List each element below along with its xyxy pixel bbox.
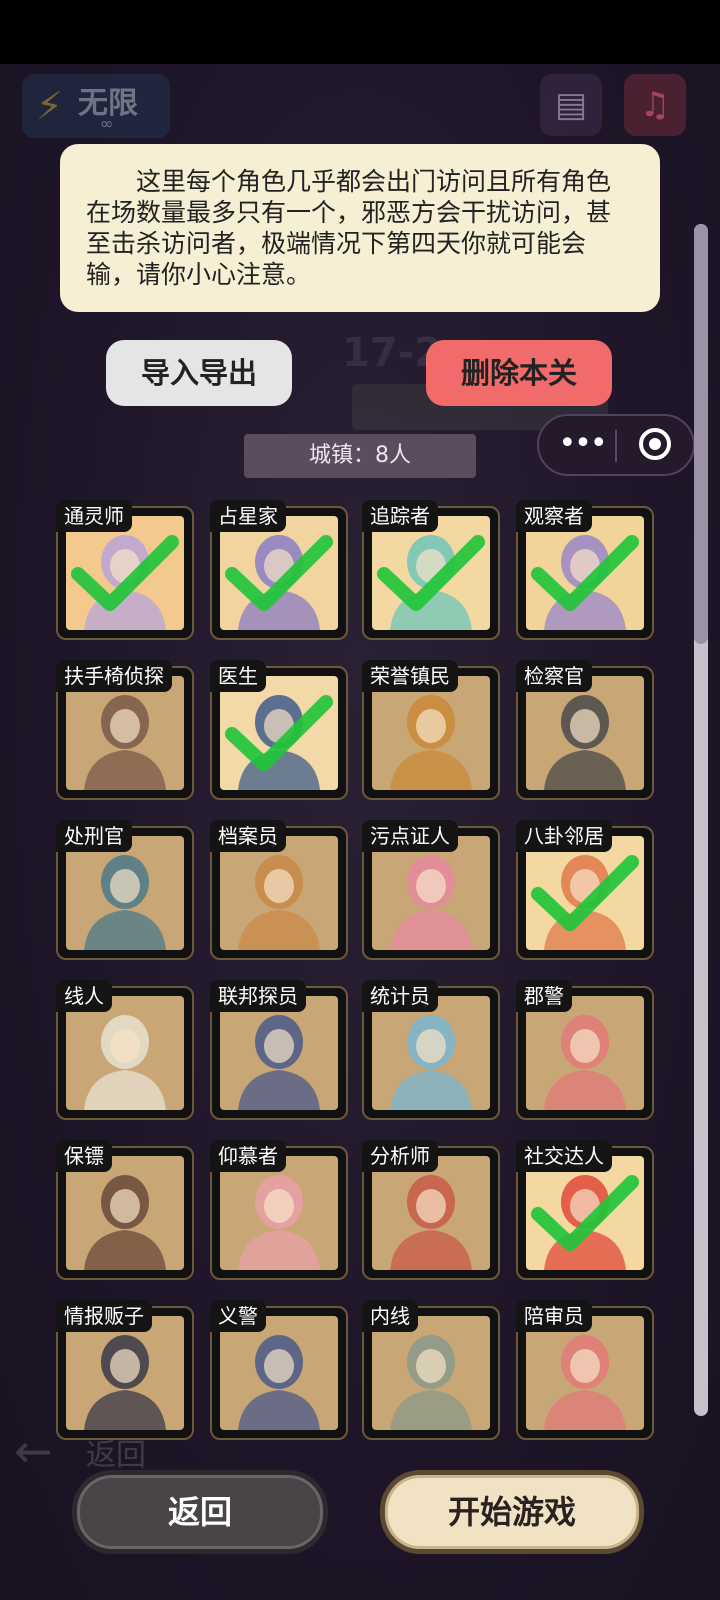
role-card[interactable]: 荣誉镇民 xyxy=(362,660,500,800)
role-name: 观察者 xyxy=(516,500,592,532)
role-card[interactable]: 仰慕者 xyxy=(210,1140,348,1280)
role-portrait xyxy=(372,1316,490,1430)
role-portrait xyxy=(66,836,184,950)
role-portrait xyxy=(526,1316,644,1430)
role-card[interactable]: 保镖 xyxy=(56,1140,194,1280)
role-portrait xyxy=(220,836,338,950)
capsule-divider xyxy=(615,430,617,462)
background-back-text: 返回 xyxy=(86,1438,146,1473)
role-card[interactable]: 医生 xyxy=(210,660,348,800)
hint-text: 这里每个角色几乎都会出门访问且所有角色在场数量最多只有一个，邪恶方会干扰访问，甚… xyxy=(86,167,612,289)
notes-button[interactable]: ▤ xyxy=(540,74,602,136)
role-name: 陪审员 xyxy=(516,1300,592,1332)
role-name: 联邦探员 xyxy=(210,980,306,1012)
more-dots-icon[interactable]: ••• xyxy=(557,424,607,468)
role-portrait xyxy=(220,1156,338,1270)
town-count-label: 城镇：8人 xyxy=(244,434,476,478)
notes-icon: ▤ xyxy=(554,85,588,125)
role-grid: 通灵师 占星家 追踪者 观察者扶手椅侦探 医生 荣誉镇民 检察官处刑官 档案员 污点证人 八卦邻居… xyxy=(56,500,668,1452)
role-card[interactable]: 污点证人 xyxy=(362,820,500,960)
role-portrait xyxy=(526,996,644,1110)
checkmark-icon xyxy=(224,534,334,614)
role-card[interactable]: 社交达人 xyxy=(516,1140,654,1280)
checkmark-icon xyxy=(376,534,486,614)
checkmark-icon xyxy=(224,694,334,774)
role-portrait xyxy=(66,676,184,790)
role-portrait xyxy=(220,996,338,1110)
role-name: 八卦邻居 xyxy=(516,820,612,852)
role-name: 内线 xyxy=(362,1300,418,1332)
role-name: 义警 xyxy=(210,1300,266,1332)
role-card[interactable]: 通灵师 xyxy=(56,500,194,640)
record-close-icon[interactable] xyxy=(639,428,671,460)
role-card[interactable]: 检察官 xyxy=(516,660,654,800)
status-bar xyxy=(0,0,720,64)
role-name: 荣誉镇民 xyxy=(362,660,458,692)
back-button[interactable]: 返回 xyxy=(72,1470,328,1554)
role-portrait xyxy=(372,836,490,950)
scrollbar-thumb[interactable] xyxy=(694,224,708,644)
start-game-button[interactable]: 开始游戏 xyxy=(380,1470,644,1554)
role-name: 处刑官 xyxy=(56,820,132,852)
import-export-button[interactable]: 导入导出 xyxy=(106,340,292,406)
role-name: 郡警 xyxy=(516,980,572,1012)
role-card[interactable]: 情报贩子 xyxy=(56,1300,194,1440)
role-card[interactable]: 陪审员 xyxy=(516,1300,654,1440)
role-name: 保镖 xyxy=(56,1140,112,1172)
role-card[interactable]: 郡警 xyxy=(516,980,654,1120)
role-portrait xyxy=(220,1316,338,1430)
role-card[interactable]: 八卦邻居 xyxy=(516,820,654,960)
role-card[interactable]: 追踪者 xyxy=(362,500,500,640)
role-name: 污点证人 xyxy=(362,820,458,852)
role-card[interactable]: 扶手椅侦探 xyxy=(56,660,194,800)
delete-level-button[interactable]: 删除本关 xyxy=(426,340,612,406)
role-card[interactable]: 义警 xyxy=(210,1300,348,1440)
role-card[interactable]: 联邦探员 xyxy=(210,980,348,1120)
role-name: 检察官 xyxy=(516,660,592,692)
miniprogram-capsule: ••• xyxy=(537,414,695,476)
role-portrait xyxy=(66,1316,184,1430)
role-portrait xyxy=(372,676,490,790)
role-card[interactable]: 分析师 xyxy=(362,1140,500,1280)
role-name: 医生 xyxy=(210,660,266,692)
checkmark-icon xyxy=(530,854,640,934)
role-name: 扶手椅侦探 xyxy=(56,660,172,692)
role-name: 分析师 xyxy=(362,1140,438,1172)
hint-tooltip: 这里每个角色几乎都会出门访问且所有角色在场数量最多只有一个，邪恶方会干扰访问，甚… xyxy=(60,144,660,312)
role-card[interactable]: 线人 xyxy=(56,980,194,1120)
role-card[interactable]: 档案员 xyxy=(210,820,348,960)
music-button[interactable]: ♫ xyxy=(624,74,686,136)
role-name: 追踪者 xyxy=(362,500,438,532)
role-name: 情报贩子 xyxy=(56,1300,152,1332)
role-name: 占星家 xyxy=(210,500,286,532)
role-name: 档案员 xyxy=(210,820,286,852)
role-portrait xyxy=(66,996,184,1110)
role-card[interactable]: 内线 xyxy=(362,1300,500,1440)
role-name: 仰慕者 xyxy=(210,1140,286,1172)
role-card[interactable]: 占星家 xyxy=(210,500,348,640)
energy-value: ∞ xyxy=(100,114,114,133)
role-name: 通灵师 xyxy=(56,500,132,532)
role-card[interactable]: 处刑官 xyxy=(56,820,194,960)
role-name: 统计员 xyxy=(362,980,438,1012)
lightning-icon: ⚡ xyxy=(36,84,63,128)
checkmark-icon xyxy=(70,534,180,614)
background-arrow-icon: ← xyxy=(14,1424,53,1478)
music-note-icon: ♫ xyxy=(639,85,671,125)
role-portrait xyxy=(372,996,490,1110)
checkmark-icon xyxy=(530,1174,640,1254)
role-card[interactable]: 统计员 xyxy=(362,980,500,1120)
role-portrait xyxy=(66,1156,184,1270)
role-portrait xyxy=(526,676,644,790)
role-portrait xyxy=(372,1156,490,1270)
checkmark-icon xyxy=(530,534,640,614)
role-name: 线人 xyxy=(56,980,112,1012)
energy-indicator: ⚡ 无限 ∞ xyxy=(22,74,170,138)
role-card[interactable]: 观察者 xyxy=(516,500,654,640)
role-name: 社交达人 xyxy=(516,1140,612,1172)
